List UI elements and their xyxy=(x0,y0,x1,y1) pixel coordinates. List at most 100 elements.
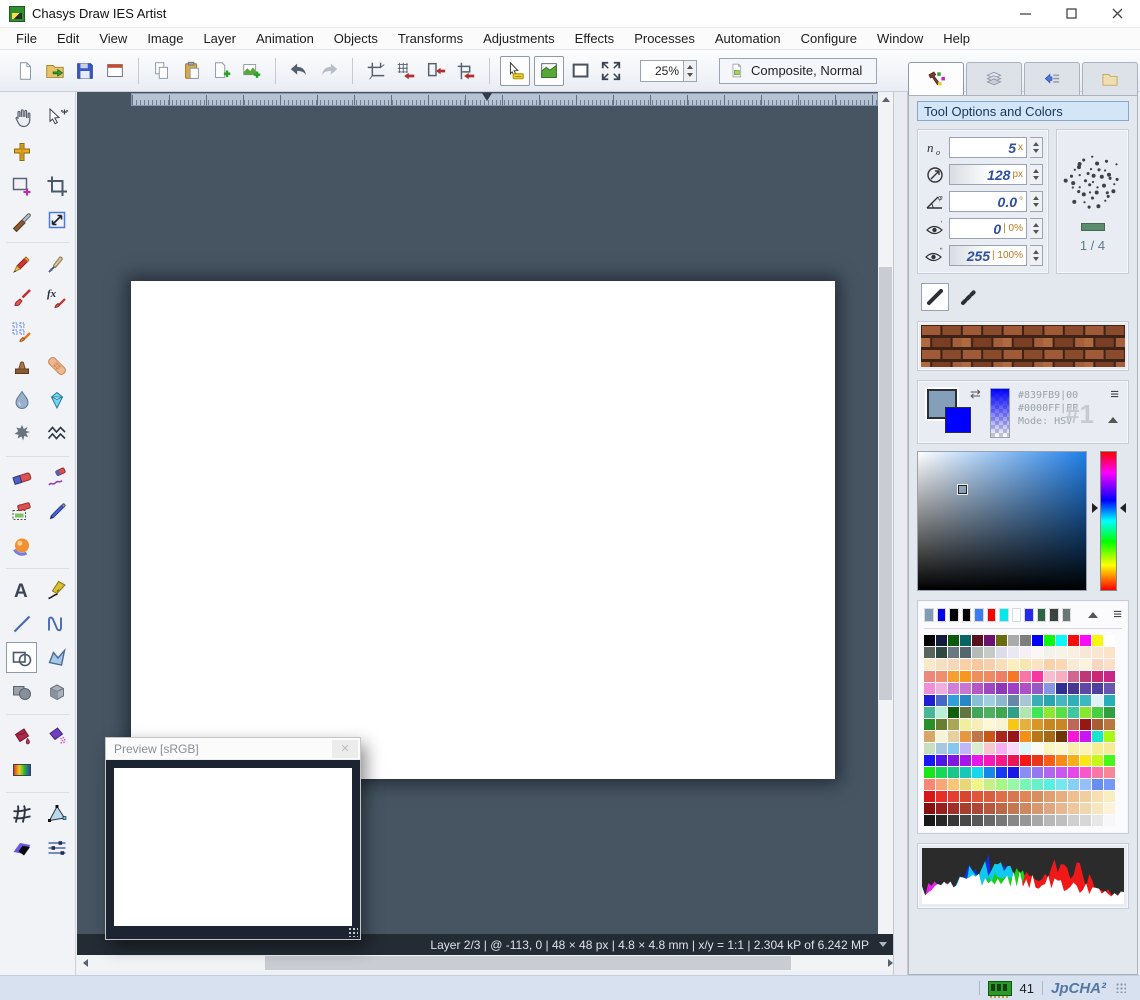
palette-swatch[interactable] xyxy=(948,671,959,682)
preview-resize-grip[interactable] xyxy=(348,927,358,937)
palette-swatch[interactable] xyxy=(1080,695,1091,706)
palette-swatch[interactable] xyxy=(1032,719,1043,730)
palette-swatch[interactable] xyxy=(1056,683,1067,694)
maximize-button[interactable] xyxy=(1048,0,1094,28)
palette-swatch[interactable] xyxy=(1104,767,1115,778)
palette-swatch[interactable] xyxy=(960,755,971,766)
palette-swatch[interactable] xyxy=(1008,803,1019,814)
recent-color-swatch[interactable] xyxy=(1036,607,1047,622)
palette-swatch[interactable] xyxy=(972,647,983,658)
palette-swatch[interactable] xyxy=(1044,659,1055,670)
palette-swatch[interactable] xyxy=(1032,635,1043,646)
palette-swatch[interactable] xyxy=(1080,659,1091,670)
palette-swatch[interactable] xyxy=(1032,815,1043,826)
palette-swatch[interactable] xyxy=(1104,707,1115,718)
palette-swatch[interactable] xyxy=(924,647,935,658)
palette-swatch[interactable] xyxy=(1092,803,1103,814)
scroll-up-icon[interactable] xyxy=(881,97,890,102)
palette-swatch[interactable] xyxy=(1080,671,1091,682)
recent-color-swatch[interactable] xyxy=(1011,607,1022,622)
palette-swatch[interactable] xyxy=(1056,767,1067,778)
palette-swatch[interactable] xyxy=(1044,707,1055,718)
scroll-right-icon[interactable] xyxy=(877,955,893,971)
palette-swatch[interactable] xyxy=(1068,779,1079,790)
palette-swatch[interactable] xyxy=(1044,719,1055,730)
menu-item-processes[interactable]: Processes xyxy=(624,29,705,48)
tool-render-sphere[interactable] xyxy=(6,530,37,561)
palette-swatch[interactable] xyxy=(984,635,995,646)
menu-item-transforms[interactable]: Transforms xyxy=(388,29,473,48)
palette-swatch[interactable] xyxy=(1080,647,1091,658)
menu-item-edit[interactable]: Edit xyxy=(47,29,89,48)
palette-swatch[interactable] xyxy=(1056,719,1067,730)
palette-swatch[interactable] xyxy=(1080,755,1091,766)
saturation-value-picker[interactable] xyxy=(917,451,1087,591)
palette-swatch[interactable] xyxy=(960,767,971,778)
sv-picker-marker[interactable] xyxy=(957,484,968,495)
palette-swatch[interactable] xyxy=(1056,635,1067,646)
tool-eraser-pen[interactable] xyxy=(41,462,72,493)
palette-swatch[interactable] xyxy=(1032,683,1043,694)
palette-swatch[interactable] xyxy=(996,731,1007,742)
palette-swatch[interactable] xyxy=(960,815,971,826)
tool-solid-shapes[interactable] xyxy=(6,676,37,707)
menu-item-automation[interactable]: Automation xyxy=(705,29,791,48)
tool-shapes[interactable] xyxy=(6,642,37,673)
palette-swatch[interactable] xyxy=(936,635,947,646)
palette-swatch[interactable] xyxy=(972,791,983,802)
palette-swatch[interactable] xyxy=(1008,659,1019,670)
menu-item-help[interactable]: Help xyxy=(933,29,980,48)
menu-item-image[interactable]: Image xyxy=(137,29,193,48)
palette-swatch[interactable] xyxy=(1020,731,1031,742)
palette-swatch[interactable] xyxy=(1008,683,1019,694)
recent-color-swatch[interactable] xyxy=(1049,607,1059,622)
tool-mesh-distort[interactable] xyxy=(6,798,37,829)
palette-swatch[interactable] xyxy=(1080,779,1091,790)
palette-swatch[interactable] xyxy=(984,743,995,754)
horizontal-ruler[interactable] xyxy=(131,93,878,106)
snap-grid-button[interactable] xyxy=(391,56,421,86)
palette-swatch[interactable] xyxy=(1092,683,1103,694)
palette-swatch[interactable] xyxy=(948,803,959,814)
palette-swatch[interactable] xyxy=(1068,695,1079,706)
tool-heal-patch[interactable] xyxy=(41,350,72,381)
menu-item-configure[interactable]: Configure xyxy=(791,29,867,48)
palette-swatch[interactable] xyxy=(1008,695,1019,706)
palette-swatch[interactable] xyxy=(936,815,947,826)
tool-fill-bucket[interactable] xyxy=(6,720,37,751)
palette-swatch[interactable] xyxy=(972,803,983,814)
palette-swatch[interactable] xyxy=(948,707,959,718)
palette-swatch[interactable] xyxy=(924,695,935,706)
palette-swatch[interactable] xyxy=(1068,767,1079,778)
angle-spinner[interactable] xyxy=(1030,191,1043,212)
palette-swatch[interactable] xyxy=(960,779,971,790)
palette-swatch[interactable] xyxy=(936,791,947,802)
tool-sharpen-diamond[interactable] xyxy=(41,384,72,415)
palette-swatch[interactable] xyxy=(996,803,1007,814)
palette-swatch[interactable] xyxy=(1044,695,1055,706)
palette-swatch[interactable] xyxy=(1104,791,1115,802)
palette-swatch[interactable] xyxy=(1020,779,1031,790)
palette-swatch[interactable] xyxy=(996,635,1007,646)
palette-swatch[interactable] xyxy=(1092,743,1103,754)
palette-swatch[interactable] xyxy=(984,719,995,730)
tool-text[interactable]: A xyxy=(6,574,37,605)
open-folder-button[interactable] xyxy=(40,56,70,86)
palette-swatch[interactable] xyxy=(960,707,971,718)
palette-swatch[interactable] xyxy=(1080,743,1091,754)
palette-swatch[interactable] xyxy=(936,683,947,694)
palette-swatch[interactable] xyxy=(1044,647,1055,658)
paste-button[interactable] xyxy=(177,56,207,86)
palette-swatch[interactable] xyxy=(1008,671,1019,682)
palette-swatch[interactable] xyxy=(960,683,971,694)
palette-swatch[interactable] xyxy=(948,647,959,658)
frame-view-button[interactable] xyxy=(566,56,596,86)
preview-toggle-button[interactable] xyxy=(534,55,564,86)
minimize-button[interactable] xyxy=(1002,0,1048,28)
tool-eraser[interactable] xyxy=(6,462,37,493)
palette-swatch[interactable] xyxy=(936,767,947,778)
palette-swatch[interactable] xyxy=(1068,803,1079,814)
vertical-scrollbar[interactable] xyxy=(878,92,893,934)
palette-swatch[interactable] xyxy=(1008,767,1019,778)
tool-background-eraser[interactable] xyxy=(6,496,37,527)
